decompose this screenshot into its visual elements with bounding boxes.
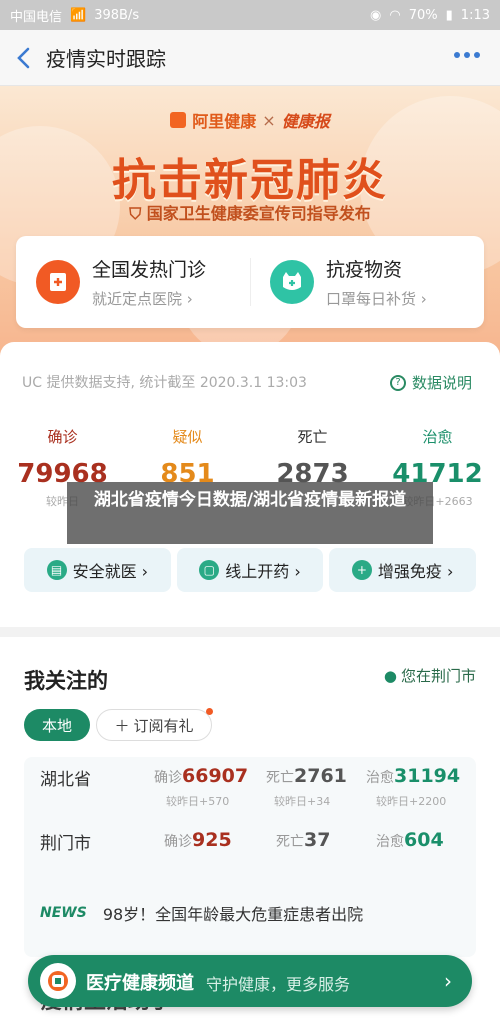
location-pin-icon: ● xyxy=(383,666,397,685)
region-row[interactable]: 荆门市 确诊925 死亡37 治愈604 xyxy=(24,821,476,861)
battery-icon: ▮ xyxy=(445,7,453,23)
chevron-left-icon xyxy=(17,47,30,68)
plus-icon: ＋ xyxy=(114,716,130,735)
news-badge: NEWS xyxy=(40,905,87,921)
service-pills: ▤ 安全就医 › ▢ 线上开药 › + 增强免疫 › xyxy=(24,548,477,592)
shield-icon: ⛉ xyxy=(129,204,142,223)
news-text: 98岁！全国年龄最大危重症患者出院 xyxy=(102,905,364,924)
alihealth-logo-icon xyxy=(170,112,187,128)
wifi-icon: ◠ xyxy=(389,7,401,23)
data-explain-link[interactable]: ? 数据说明 xyxy=(389,372,472,393)
supplies-entry[interactable]: 抗疫物资 口罩每日补货 › xyxy=(250,236,484,328)
network-speed: 398B/s xyxy=(94,7,140,23)
quick-services-card: 全国发热门诊 就近定点医院 › 抗疫物资 口罩每日补货 › xyxy=(16,236,484,328)
health-channel-icon xyxy=(40,963,76,999)
cat-mask-icon xyxy=(270,260,314,304)
news-item[interactable]: NEWS 98岁！全国年龄最大危重症患者出院 xyxy=(40,901,363,925)
notification-dot xyxy=(206,708,213,715)
safe-visit-pill[interactable]: ▤ 安全就医 › xyxy=(24,548,171,592)
immunity-pill[interactable]: + 增强免疫 › xyxy=(329,548,477,592)
health-channel-title: 医疗健康频道 xyxy=(86,973,194,994)
supplies-sub: 口罩每日补货 › xyxy=(326,290,427,308)
question-icon: ? xyxy=(389,374,406,391)
data-source-note: UC 提供数据支持, 统计截至 2020.3.1 13:03 xyxy=(22,375,307,391)
battery-level: 70% xyxy=(408,7,438,23)
nav-bar: 疫情实时跟踪 xyxy=(0,30,500,86)
signal-icon: 📶 xyxy=(70,7,87,23)
banner-headline: 抗击新冠肺炎 xyxy=(112,155,388,206)
doc-icon: ▤ xyxy=(46,560,67,580)
clinic-icon xyxy=(36,260,80,304)
online-medicine-pill[interactable]: ▢ 线上开药 › xyxy=(176,548,324,592)
banner-subline: ⛉ 国家卫生健康委宣传司指导发布 xyxy=(129,204,371,223)
brand-separator: × xyxy=(262,110,276,130)
tab-local[interactable]: 本地 xyxy=(24,709,90,741)
more-menu-button[interactable] xyxy=(454,52,482,62)
brand-row: 阿里健康 × 健康报 xyxy=(0,108,500,132)
fever-clinic-title: 全国发热门诊 xyxy=(92,259,207,281)
chevron-right-icon: › xyxy=(444,969,452,993)
page-title: 疫情实时跟踪 xyxy=(46,47,166,71)
tab-subscribe[interactable]: ＋ 订阅有礼 xyxy=(96,708,213,741)
carrier-label: 中国电信 xyxy=(10,9,63,25)
shield-plus-icon: + xyxy=(351,560,372,580)
follow-title: 我关注的 xyxy=(24,669,108,693)
fever-clinic-sub: 就近定点医院 › xyxy=(92,290,193,308)
brand-healthnews: 健康报 xyxy=(281,112,330,131)
fever-clinic-entry[interactable]: 全国发热门诊 就近定点医院 › xyxy=(16,236,250,328)
health-channel-bar[interactable]: 医疗健康频道 守护健康，更多服务 › xyxy=(28,955,472,1007)
status-bar: 中国电信 📶 398B/s ◉ ◠ 70% ▮ 1:13 xyxy=(0,0,500,30)
eye-icon: ◉ xyxy=(370,7,382,23)
health-channel-sub: 守护健康，更多服务 xyxy=(206,975,351,994)
region-table: 湖北省 确诊66907 死亡2761 治愈31194 较昨日+570 较昨日+3… xyxy=(24,757,476,957)
region-row[interactable]: 湖北省 确诊66907 死亡2761 治愈31194 较昨日+570 较昨日+3… xyxy=(24,757,476,808)
pill-icon: ▢ xyxy=(199,560,220,580)
overlay-caption: 湖北省疫情今日数据/湖北省疫情最新报道 xyxy=(67,482,433,544)
brand-alihealth: 阿里健康 xyxy=(192,112,257,131)
clock: 1:13 xyxy=(460,7,490,23)
location-button[interactable]: ● 您在荆门市 xyxy=(384,665,476,686)
back-button[interactable] xyxy=(0,30,46,85)
supplies-title: 抗疫物资 xyxy=(326,259,403,281)
